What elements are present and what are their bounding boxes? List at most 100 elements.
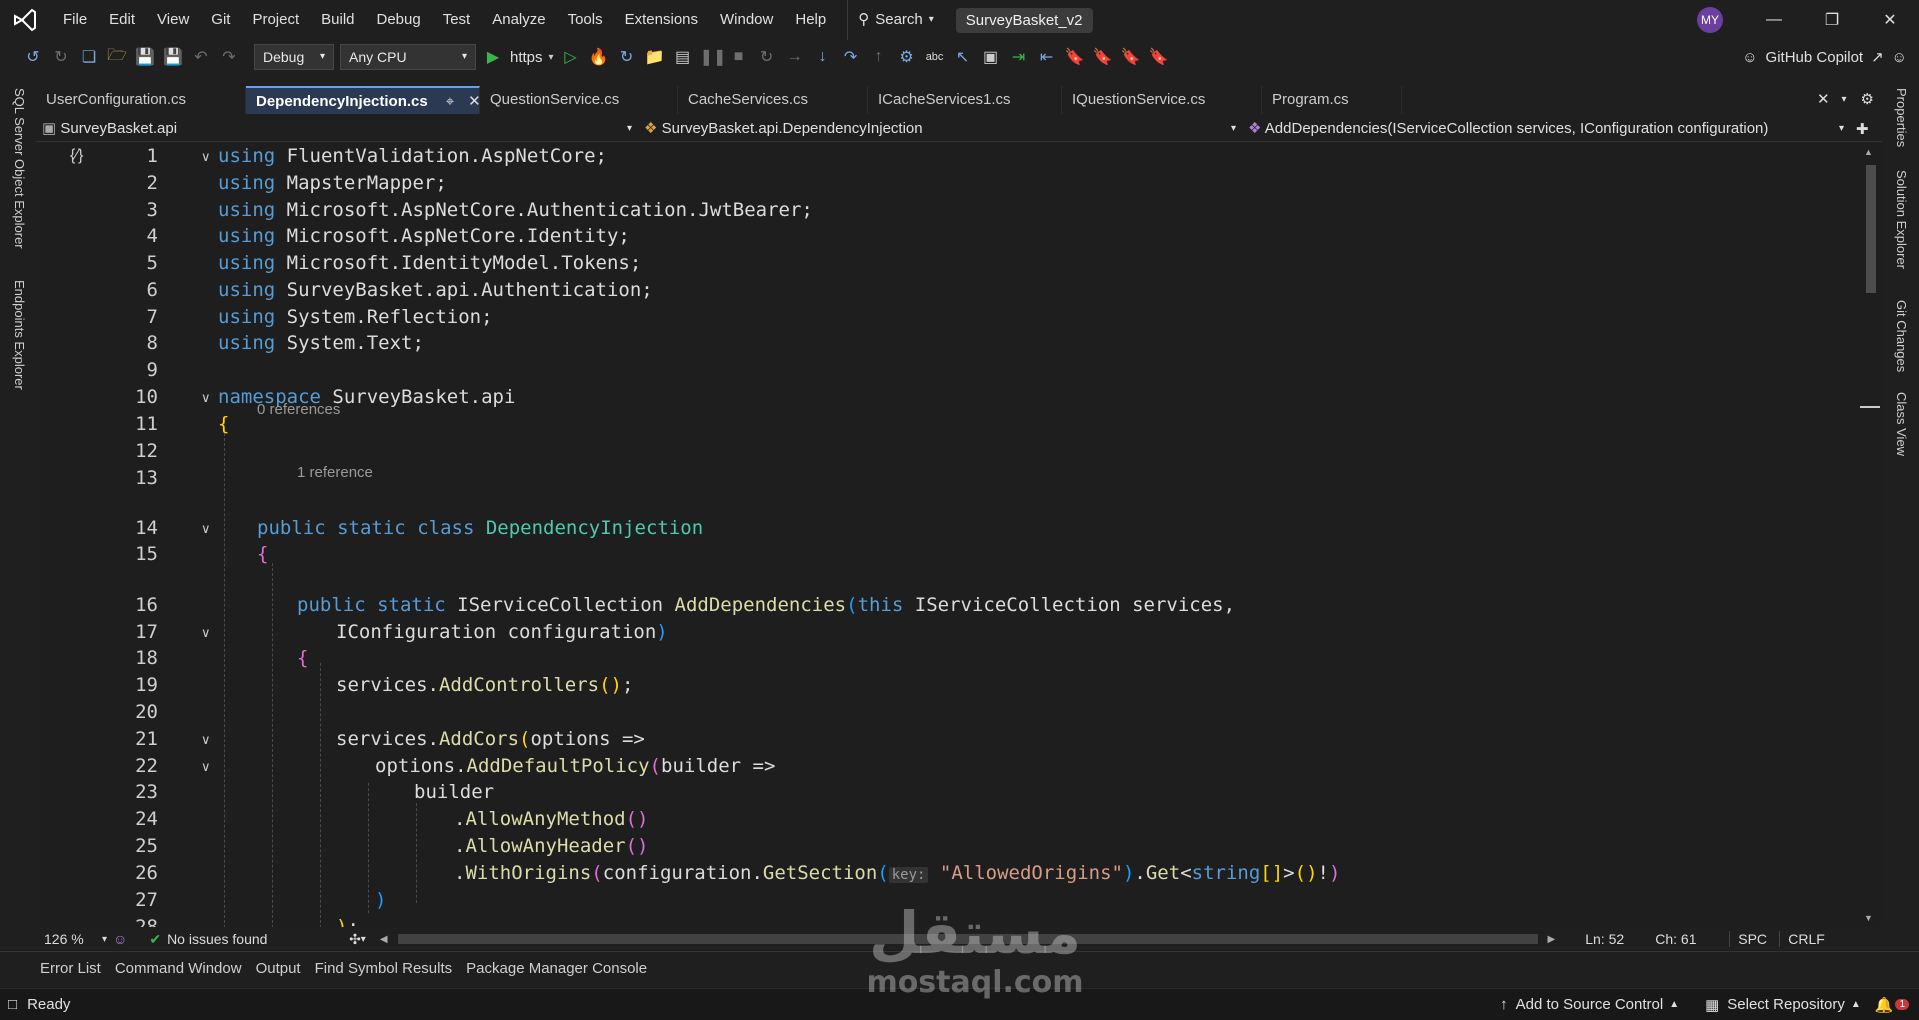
pin-icon[interactable]: ⌖ <box>446 93 454 110</box>
close-window-icon[interactable]: ✕ <box>1861 0 1919 40</box>
output-icon[interactable]: □ <box>8 996 17 1013</box>
issues-status[interactable]: No issues found <box>167 931 341 947</box>
spell-check-icon[interactable]: abc <box>924 51 946 63</box>
class-references-lens[interactable]: 0 references <box>257 401 340 418</box>
type-dropdown[interactable]: ❖ SurveyBasket.api.DependencyInjection ▾ <box>638 117 1242 141</box>
collapse-region-icon[interactable]: ∨ <box>201 625 211 641</box>
new-project-icon[interactable]: ❏ <box>78 47 100 67</box>
notifications-bell-icon[interactable]: 🔔 <box>1875 996 1894 1014</box>
menu-git[interactable]: Git <box>200 0 241 40</box>
step-over-icon[interactable]: ↷ <box>840 47 862 67</box>
menu-build[interactable]: Build <box>310 0 365 40</box>
vertical-scrollbar[interactable]: ▲ ▼ <box>1858 143 1882 927</box>
menu-debug[interactable]: Debug <box>366 0 432 40</box>
column-indicator[interactable]: Ch: 61 <box>1655 931 1719 947</box>
close-all-tabs-icon[interactable]: ✕ <box>1811 86 1836 114</box>
step-out-icon[interactable]: ↑ <box>868 48 890 66</box>
project-dropdown[interactable]: ▣ SurveyBasket.api ▾ <box>36 117 638 141</box>
indent-icon[interactable]: ⇥ <box>1008 47 1030 67</box>
tab-questionservice[interactable]: QuestionService.cs <box>480 86 678 114</box>
tab-list-dropdown-icon[interactable]: ▾ <box>1836 86 1853 114</box>
code-editor[interactable]: {∕} 1 2 3 4 5 6 7 8 9 10 11 12 13 14 15 … <box>40 143 1858 927</box>
menu-window[interactable]: Window <box>709 0 784 40</box>
next-bookmark-icon[interactable]: 🔖 <box>1120 47 1142 67</box>
code-cleanup-icon[interactable]: ✣ <box>349 931 361 948</box>
restore-icon[interactable]: ❐ <box>1803 0 1861 40</box>
tab-program[interactable]: Program.cs <box>1262 86 1402 114</box>
chevron-down-icon[interactable]: ▾ <box>549 52 554 63</box>
class-view-tab[interactable]: Class View <box>1894 392 1909 456</box>
tab-iquestionservice[interactable]: IQuestionService.cs <box>1062 86 1262 114</box>
chevron-up-icon[interactable]: ▲ <box>1851 999 1861 1010</box>
sql-server-object-explorer-tab[interactable]: SQL Server Object Explorer <box>12 88 27 249</box>
avatar[interactable]: MY <box>1697 7 1723 33</box>
minimize-icon[interactable]: — <box>1745 0 1803 40</box>
scroll-up-icon[interactable]: ▲ <box>1864 147 1873 157</box>
add-to-source-control-button[interactable]: Add to Source Control <box>1516 996 1664 1013</box>
save-icon[interactable]: 💾 <box>134 47 156 67</box>
tab-icacheservices1[interactable]: ICacheServices1.cs <box>868 86 1062 114</box>
run-target-label[interactable]: https <box>510 49 543 66</box>
refresh-icon[interactable]: ↻ <box>616 47 638 67</box>
previous-bookmark-icon[interactable]: 🔖 <box>1092 47 1114 67</box>
platform-dropdown[interactable]: Any CPU ▾ <box>340 44 476 70</box>
step-into-icon[interactable]: ↓ <box>812 48 834 66</box>
git-changes-tab[interactable]: Git Changes <box>1894 300 1909 372</box>
close-tab-icon[interactable]: ✕ <box>468 93 481 110</box>
save-all-icon[interactable]: 💾 <box>162 47 184 67</box>
line-indicator[interactable]: Ln: 52 <box>1585 931 1645 947</box>
chevron-up-icon[interactable]: ▲ <box>1669 999 1679 1010</box>
menu-help[interactable]: Help <box>784 0 837 40</box>
open-folder-icon[interactable]: 🗁 <box>106 44 128 71</box>
copilot-status-icon[interactable]: ☺ <box>113 931 127 947</box>
notifications-count[interactable]: 1 <box>1895 999 1909 1010</box>
split-editor-icon[interactable]: ✚ <box>1856 120 1869 138</box>
method-references-lens[interactable]: 1 reference <box>297 464 373 481</box>
properties-tab[interactable]: Properties <box>1894 88 1909 147</box>
menu-tools[interactable]: Tools <box>557 0 614 40</box>
collapse-region-icon[interactable]: ∨ <box>201 521 211 537</box>
collapse-region-icon[interactable]: ∨ <box>201 732 211 748</box>
tab-output[interactable]: Output <box>249 960 308 977</box>
settings-gear-icon[interactable]: ⚙ <box>1853 86 1882 114</box>
tab-userconfiguration[interactable]: UserConfiguration.cs <box>36 86 246 114</box>
menu-test[interactable]: Test <box>432 0 482 40</box>
menu-edit[interactable]: Edit <box>98 0 146 40</box>
hot-reload-icon[interactable]: 🔥 <box>588 47 610 67</box>
undo-icon[interactable]: ↶ <box>190 47 212 67</box>
bookmark-icon[interactable]: 🔖 <box>1064 47 1086 67</box>
collapse-region-icon[interactable]: ∨ <box>201 759 211 775</box>
scroll-down-icon[interactable]: ▼ <box>1864 913 1873 923</box>
line-endings-indicator[interactable]: CRLF <box>1779 931 1825 947</box>
solution-explorer-tab[interactable]: Solution Explorer <box>1894 170 1909 269</box>
share-icon[interactable]: ↗ <box>1871 48 1884 66</box>
show-next-statement-icon[interactable]: → <box>784 48 806 66</box>
visual-studio-logo-icon[interactable] <box>10 5 40 35</box>
select-element-icon[interactable]: ↖ <box>952 47 974 67</box>
scroll-right-icon[interactable]: ▶ <box>1548 934 1556 945</box>
stop-icon[interactable]: ■ <box>728 48 750 66</box>
clear-bookmarks-icon[interactable]: 🔖 <box>1148 47 1170 67</box>
member-dropdown[interactable]: ❖ AddDependencies(IServiceCollection ser… <box>1242 117 1850 141</box>
tab-dependencyinjection[interactable]: DependencyInjection.cs ⌖ ✕ <box>246 86 481 114</box>
feedback-icon[interactable]: ☺ <box>1892 49 1907 66</box>
chevron-down-icon[interactable]: ▾ <box>361 934 366 945</box>
collapse-region-icon[interactable]: ∨ <box>201 149 211 165</box>
navigate-forward-icon[interactable]: ↻ <box>50 47 72 67</box>
pause-icon[interactable]: ❚❚ <box>700 47 727 67</box>
restart-icon[interactable]: ↻ <box>756 47 778 67</box>
layout-icon[interactable]: ▤ <box>672 47 694 67</box>
collapse-region-icon[interactable]: ∨ <box>201 390 211 406</box>
select-repository-button[interactable]: Select Repository <box>1727 996 1845 1013</box>
menu-view[interactable]: View <box>146 0 200 40</box>
navigate-back-icon[interactable]: ↺ <box>22 47 44 67</box>
scroll-left-icon[interactable]: ◀ <box>380 934 388 945</box>
outdent-icon[interactable]: ⇤ <box>1036 47 1058 67</box>
start-without-debugging-icon[interactable]: ▷ <box>560 47 582 67</box>
xaml-live-preview-icon[interactable]: ▣ <box>980 47 1002 67</box>
chevron-down-icon[interactable]: ▾ <box>102 934 107 945</box>
configuration-dropdown[interactable]: Debug ▾ <box>254 44 334 70</box>
tab-package-manager-console[interactable]: Package Manager Console <box>459 960 654 977</box>
menu-project[interactable]: Project <box>241 0 310 40</box>
spacing-indicator[interactable]: SPC <box>1729 931 1771 947</box>
